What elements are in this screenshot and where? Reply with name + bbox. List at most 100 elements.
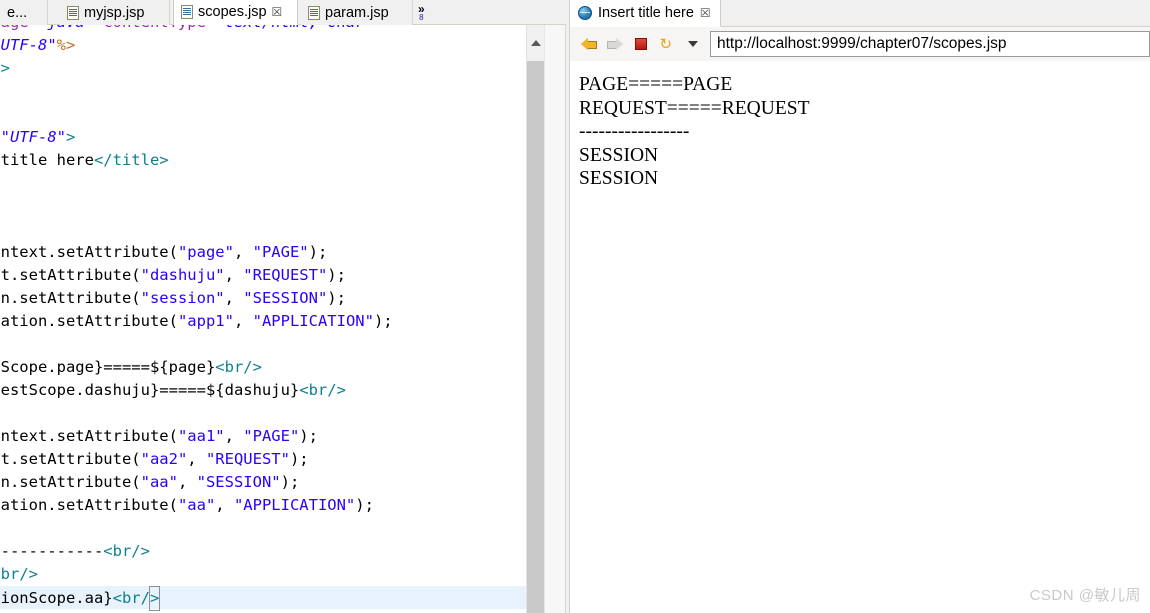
code-token: ----------------- — [0, 542, 104, 560]
code-token: ); — [289, 450, 309, 468]
code-token: , — [215, 496, 234, 514]
code-line: <body> — [0, 195, 530, 218]
close-icon[interactable]: ☒ — [700, 7, 711, 19]
code-token: "text/html; char — [215, 25, 364, 31]
output-line: SESSION — [579, 144, 659, 166]
code-token: "PAGE" — [243, 427, 300, 445]
code-token: <br/> — [299, 381, 346, 399]
editor-tab-label: param.jsp — [325, 4, 389, 21]
code-line: </body> — [0, 609, 530, 613]
code-token: <br/> — [103, 542, 150, 560]
code-token: > — [65, 128, 76, 146]
editor-tab-myjsp-jsp[interactable]: myjsp.jsp — [60, 0, 170, 25]
code-token: request.setAttribute( — [0, 266, 141, 284]
code-line: <head> — [0, 103, 530, 126]
jsp-file-icon — [67, 5, 79, 20]
code-line: -----------------<br/> — [0, 540, 530, 563]
close-icon[interactable]: ☒ — [272, 6, 283, 18]
code-token: pageContext.setAttribute( — [0, 427, 178, 445]
refresh-button[interactable]: ↻ — [654, 31, 680, 57]
editor-overview-ruler — [544, 25, 566, 613]
code-line: <% — [0, 402, 530, 425]
code-token: "java" — [38, 25, 94, 31]
code-lines: <%@ page language="java" contentType="te… — [0, 25, 530, 613]
url-input[interactable]: http://localhost:9999/chapter07/scopes.j… — [710, 31, 1150, 57]
code-token: ); — [327, 289, 346, 307]
code-token: "PAGE" — [252, 243, 309, 261]
code-token: <br/> — [0, 565, 38, 583]
code-token: > — [148, 586, 161, 611]
code-token: "dashuju" — [140, 266, 225, 284]
code-line: <% — [0, 218, 530, 241]
code-token: ${requestScope.dashuju}=====${dashuju} — [0, 381, 300, 399]
code-token: session.setAttribute( — [0, 289, 141, 307]
editor-vertical-scrollbar[interactable] — [526, 25, 545, 613]
browser-tab[interactable]: Insert title here ☒ — [570, 0, 721, 27]
editor-tab-label: myjsp.jsp — [84, 4, 145, 21]
forward-button[interactable] — [602, 31, 628, 57]
code-token: > — [0, 59, 10, 77]
back-button[interactable] — [576, 31, 602, 57]
code-token: , — [224, 289, 244, 307]
tab-overflow-button[interactable]: » 8 — [418, 0, 425, 25]
output-line: SESSION — [579, 168, 659, 189]
code-line: pageContext.setAttribute("page", "PAGE")… — [0, 241, 530, 264]
stop-button[interactable] — [628, 31, 654, 57]
tab-overflow-count: 8 — [419, 13, 424, 22]
code-token: Insert title here — [0, 151, 94, 169]
refresh-icon: ↻ — [659, 34, 673, 53]
browser-tab-bar: Insert title here ☒ — [570, 0, 1150, 27]
code-token: contentType= — [94, 25, 215, 31]
code-token: ${pageScope.page}=====${page} — [0, 358, 216, 376]
code-token: ); — [280, 473, 300, 491]
code-text-area[interactable]: <%@ page language="java" contentType="te… — [0, 25, 530, 613]
code-token: ); — [308, 243, 328, 261]
code-token: "UTF-8" — [0, 36, 57, 54]
code-line: request.setAttribute("dashuju", "REQUEST… — [0, 264, 530, 287]
code-token: , — [233, 243, 253, 261]
code-token: "REQUEST" — [205, 450, 290, 468]
chevron-down-icon — [688, 41, 698, 47]
editor-tab-param-jsp[interactable]: param.jsp — [301, 0, 413, 25]
code-token: <br/> — [215, 358, 262, 376]
editor-tab-label: e... — [7, 4, 28, 21]
code-token: "session" — [140, 289, 225, 307]
code-token: <br/ — [112, 589, 150, 607]
code-token: application.setAttribute( — [0, 312, 178, 330]
code-token: , — [177, 473, 197, 491]
code-token: "APPLICATION" — [233, 496, 356, 514]
code-line-active: ${sessionScope.aa}<br/> — [0, 586, 530, 611]
code-line: application.setAttribute("aa", "APPLICAT… — [0, 494, 530, 517]
code-line: <%@ page language="java" contentType="te… — [0, 25, 530, 34]
url-history-dropdown-button[interactable] — [680, 31, 706, 57]
stop-square-icon — [635, 38, 647, 50]
code-token: "SESSION" — [243, 289, 328, 307]
editor-tab-label: scopes.jsp — [198, 4, 267, 20]
code-line: pageContext.setAttribute("aa1", "PAGE"); — [0, 425, 530, 448]
code-line: session.setAttribute("session", "SESSION… — [0, 287, 530, 310]
code-token: application.setAttribute( — [0, 496, 178, 514]
output-line: PAGE=====PAGE — [579, 74, 733, 95]
code-token: ${sessionScope.aa} — [0, 589, 113, 607]
forward-arrow-icon — [607, 37, 623, 51]
code-token: ); — [299, 427, 318, 445]
scroll-up-arrow-icon[interactable] — [527, 25, 545, 61]
code-token: "REQUEST" — [243, 266, 328, 284]
scrollbar-thumb[interactable] — [527, 61, 545, 613]
code-line: request.setAttribute("aa2", "REQUEST"); — [0, 448, 530, 471]
code-token: , — [224, 266, 244, 284]
code-line: pageEncoding="UTF-8"%> — [0, 34, 530, 57]
code-line: <!DOCTYPE html> — [0, 57, 530, 80]
jsp-file-icon — [308, 5, 320, 20]
code-token: pageContext.setAttribute( — [0, 243, 178, 261]
editor-tab-scopes-jsp[interactable]: scopes.jsp ☒ — [173, 0, 298, 25]
code-token: %> — [56, 36, 76, 54]
editor-tab-e-[interactable]: e... — [0, 0, 48, 25]
internal-browser-pane: Insert title here ☒ ↻ http://localhost:9… — [570, 0, 1150, 613]
code-token: session.setAttribute( — [0, 473, 141, 491]
code-token: "aa" — [140, 473, 178, 491]
code-token: , — [233, 312, 253, 330]
code-line: %> — [0, 517, 530, 540]
code-token: "aa2" — [140, 450, 188, 468]
code-token: request.setAttribute( — [0, 450, 141, 468]
